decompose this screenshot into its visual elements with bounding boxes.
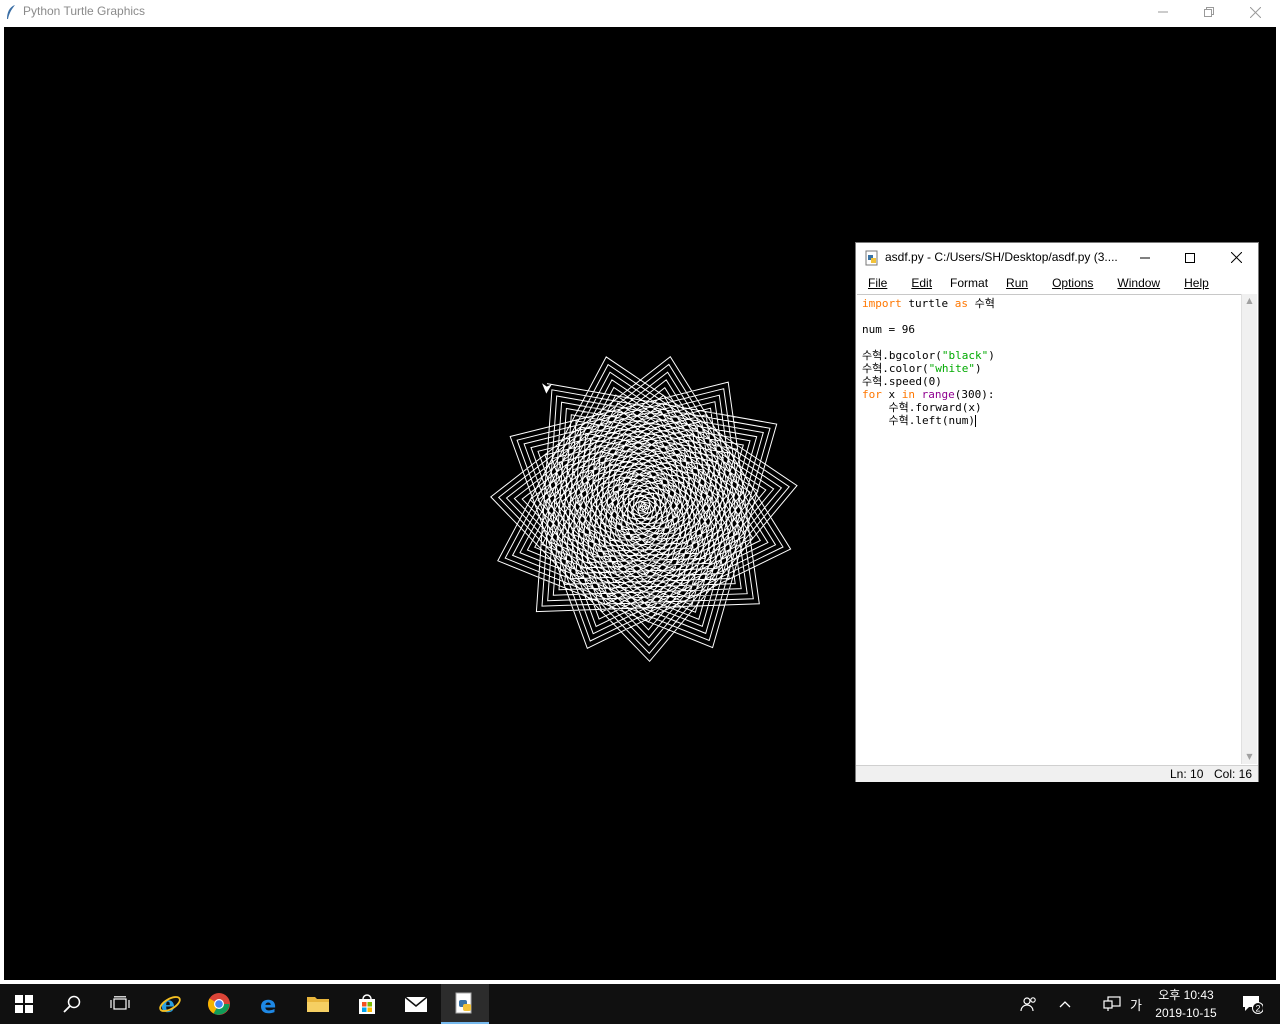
status-column: Col: 16 [1214, 767, 1253, 781]
internet-explorer-icon: e [159, 992, 181, 1016]
feather-icon [7, 5, 15, 19]
task-view-icon [110, 996, 130, 1010]
menu-options[interactable]: Options [1040, 273, 1105, 293]
start-button[interactable] [0, 984, 48, 1024]
ime-label: 가 [1130, 998, 1142, 1014]
idle-editor-window: asdf.py - C:/Users/SH/Desktop/asdf.py (3… [855, 242, 1259, 782]
status-line: Ln: 10 [1170, 767, 1204, 781]
minimize-icon [1140, 257, 1150, 258]
turtle-arrow-icon [542, 383, 552, 394]
clock-date: 2019-10-15 [1155, 1006, 1217, 1020]
vertical-scrollbar[interactable]: ▲ ▼ [1241, 294, 1257, 764]
store-button[interactable] [343, 984, 391, 1024]
search-icon [63, 995, 81, 1013]
notification-icon: 2 [1243, 996, 1263, 1014]
idle-titlebar[interactable]: asdf.py - C:/Users/SH/Desktop/asdf.py (3… [856, 243, 1258, 272]
close-icon [1249, 6, 1261, 18]
chrome-icon [208, 993, 230, 1015]
people-button[interactable] [1014, 984, 1044, 1024]
python-idle-icon [455, 992, 472, 1014]
clock[interactable]: 오후 10:43 2019-10-15 [1146, 986, 1226, 1022]
chrome-button[interactable] [195, 984, 243, 1024]
scroll-up-icon[interactable]: ▲ [1242, 294, 1257, 308]
spiral-star-path [490, 355, 798, 663]
internet-explorer-button[interactable]: e [146, 984, 194, 1024]
clock-time: 오후 10:43 [1158, 988, 1214, 1002]
restore-icon [1204, 7, 1214, 17]
mail-icon [404, 996, 428, 1012]
task-view-button[interactable] [96, 984, 144, 1024]
edge-button[interactable]: e [245, 984, 293, 1024]
code-text[interactable]: import turtle as 수혁 num = 96 수혁.bgcolor(… [857, 295, 1241, 429]
turtle-titlebar[interactable]: Python Turtle Graphics [0, 0, 1280, 24]
edge-icon: e [260, 992, 276, 1016]
python-file-icon [865, 250, 878, 266]
idle-maximize-button[interactable] [1167, 243, 1213, 272]
file-explorer-button[interactable] [294, 984, 342, 1024]
idle-window-title: asdf.py - C:/Users/SH/Desktop/asdf.py (3… [885, 250, 1118, 264]
maximize-icon [1185, 252, 1195, 263]
windows-start-icon [15, 995, 33, 1013]
network-icon [1103, 996, 1121, 1011]
menu-format[interactable]: Format [944, 273, 994, 293]
network-button[interactable] [1098, 984, 1126, 1024]
action-center-button[interactable]: 2 [1232, 984, 1272, 1024]
close-button[interactable] [1232, 0, 1278, 24]
restore-button[interactable] [1186, 0, 1232, 24]
menu-file[interactable]: File [856, 273, 899, 293]
scroll-down-icon[interactable]: ▼ [1242, 750, 1257, 764]
show-hidden-icons-button[interactable] [1050, 984, 1080, 1024]
taskbar: e e 가 오후 10:43 2019-10-15 2 [0, 984, 1280, 1024]
minimize-icon [1158, 11, 1168, 13]
store-icon [359, 994, 375, 1014]
idle-menubar: File Edit Format Run Options Window Help [856, 273, 1258, 293]
idle-close-button[interactable] [1213, 243, 1259, 272]
python-idle-button[interactable] [441, 984, 489, 1024]
idle-minimize-button[interactable] [1122, 243, 1168, 272]
file-explorer-icon [307, 997, 329, 1012]
minimize-button[interactable] [1140, 0, 1186, 24]
menu-edit[interactable]: Edit [899, 273, 944, 293]
people-icon [1020, 997, 1036, 1012]
status-bar: Ln: 10 Col: 16 [856, 765, 1258, 782]
search-button[interactable] [48, 984, 96, 1024]
ime-indicator[interactable]: 가 [1124, 984, 1148, 1024]
notification-count: 2 [1255, 1004, 1260, 1014]
turtle-window-title: Python Turtle Graphics [23, 4, 146, 18]
menu-run[interactable]: Run [994, 273, 1040, 293]
menu-help[interactable]: Help [1172, 273, 1221, 293]
code-editor[interactable]: import turtle as 수혁 num = 96 수혁.bgcolor(… [857, 294, 1241, 765]
close-icon [1230, 252, 1242, 263]
menu-window[interactable]: Window [1105, 273, 1172, 293]
text-cursor [974, 415, 976, 427]
chevron-up-icon [1059, 1001, 1071, 1008]
svg-text:e: e [260, 992, 276, 1016]
mail-button[interactable] [392, 984, 440, 1024]
